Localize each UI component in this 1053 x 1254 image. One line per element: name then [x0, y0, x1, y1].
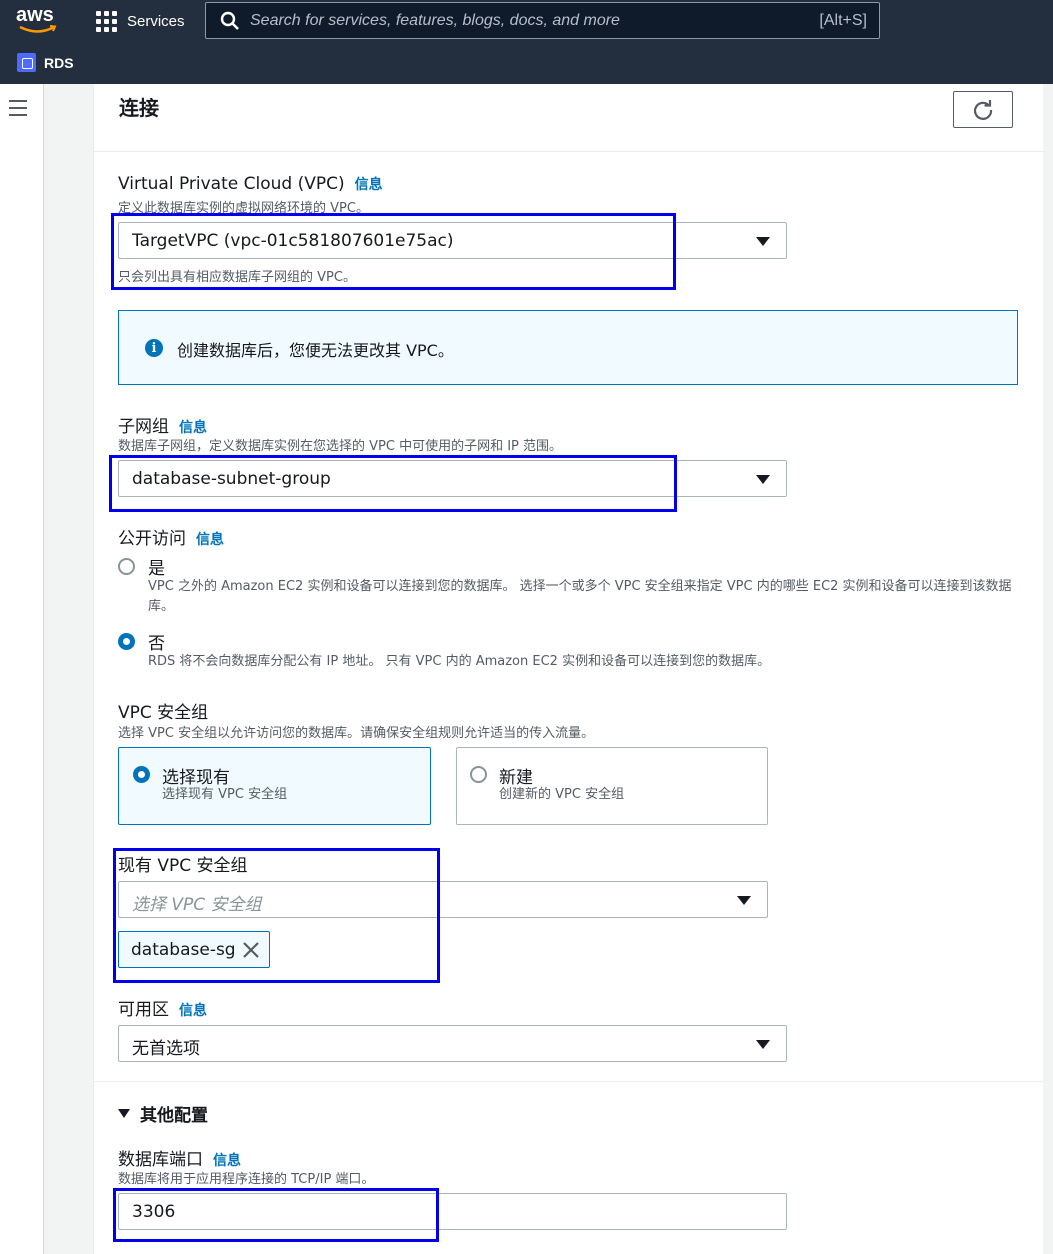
subnet-group-description: 数据库子网组，定义数据库实例在您选择的 VPC 中可使用的子网和 IP 范围。: [118, 439, 563, 454]
services-label: Services: [127, 12, 185, 30]
vpc-select[interactable]: TargetVPC (vpc-01c581807601e75ac): [118, 222, 787, 259]
security-group-placeholder: 选择 VPC 安全组: [132, 895, 262, 915]
info-icon: i: [145, 339, 163, 357]
vpc-hint: 只会列出具有相应数据库子网组的 VPC。: [118, 270, 356, 285]
public-access-no-radio[interactable]: [118, 633, 135, 650]
additional-config-expander[interactable]: 其他配置: [118, 1101, 208, 1126]
caret-down-icon: [756, 1040, 770, 1049]
top-navigation: aws Services [Alt+S] RDS: [0, 0, 1053, 84]
existing-security-group-label: 现有 VPC 安全组: [118, 856, 248, 876]
create-new-radio[interactable]: [470, 766, 487, 783]
vpc-description: 定义此数据库实例的虚拟网络环境的 VPC。: [118, 201, 369, 216]
search-input[interactable]: [250, 11, 820, 30]
public-access-no-description: RDS 将不会向数据库分配公有 IP 地址。 只有 VPC 内的 Amazon …: [148, 654, 771, 669]
vpc-selected-value: TargetVPC (vpc-01c581807601e75ac): [132, 231, 454, 251]
caret-down-icon: [118, 1109, 130, 1118]
db-port-input[interactable]: [118, 1193, 787, 1230]
caret-down-icon: [756, 237, 770, 246]
availability-zone-select[interactable]: 无首选项: [118, 1025, 787, 1062]
rds-service-icon: [17, 53, 36, 72]
db-port-info-link[interactable]: 信息: [213, 1153, 241, 1169]
vpc-label-text: Virtual Private Cloud (VPC): [118, 174, 345, 194]
create-new-tile[interactable]: 新建 创建新的 VPC 安全组: [456, 747, 768, 825]
public-access-yes-radio[interactable]: [118, 558, 135, 575]
choose-existing-description: 选择现有 VPC 安全组: [162, 787, 288, 802]
public-access-label: 公开访问 信息: [118, 524, 224, 549]
existing-security-group-select[interactable]: 选择 VPC 安全组: [118, 881, 768, 918]
public-access-label-text: 公开访问: [118, 529, 186, 549]
section-title: 连接: [119, 96, 159, 120]
alert-text: 创建数据库后，您便无法更改其 VPC。: [177, 341, 454, 360]
public-access-info-link[interactable]: 信息: [196, 532, 224, 548]
public-access-yes-description: VPC 之外的 Amazon EC2 实例和设备可以连接到您的数据库。 选择一个…: [148, 579, 1012, 614]
public-access-yes-title: 是: [148, 559, 165, 579]
db-port-label: 数据库端口 信息: [118, 1145, 241, 1170]
aws-logo[interactable]: aws: [16, 4, 57, 36]
subnet-group-label-text: 子网组: [118, 417, 169, 437]
subnet-group-select[interactable]: database-subnet-group: [118, 460, 787, 497]
choose-existing-tile[interactable]: 选择现有 选择现有 VPC 安全组: [118, 747, 431, 825]
panel-header: 连接: [94, 84, 1044, 152]
create-new-description: 创建新的 VPC 安全组: [499, 787, 625, 802]
caret-down-icon: [737, 896, 751, 905]
availability-zone-label-text: 可用区: [118, 1000, 169, 1020]
service-breadcrumb-rds[interactable]: RDS: [17, 53, 74, 72]
search-shortcut-hint: [Alt+S]: [819, 11, 867, 29]
security-group-description: 选择 VPC 安全组以允许访问您的数据库。请确保安全组规则允许适当的传入流量。: [118, 726, 595, 741]
vpc-info-link[interactable]: 信息: [355, 177, 383, 193]
subnet-group-info-link[interactable]: 信息: [179, 420, 207, 436]
additional-config-title: 其他配置: [140, 1106, 208, 1126]
db-port-description: 数据库将用于应用程序连接的 TCP/IP 端口。: [118, 1172, 375, 1187]
search-icon: [220, 11, 239, 30]
subnet-group-label: 子网组 信息: [118, 412, 207, 437]
services-menu-button[interactable]: Services: [96, 8, 185, 34]
section-divider: [93, 1081, 1043, 1082]
token-label: database-sg: [131, 940, 236, 960]
subnet-group-selected-value: database-subnet-group: [132, 469, 331, 489]
public-access-no-title: 否: [148, 634, 165, 654]
service-name: RDS: [44, 54, 74, 71]
security-group-token: database-sg: [118, 931, 270, 968]
db-port-label-text: 数据库端口: [118, 1150, 203, 1170]
refresh-button[interactable]: [953, 91, 1013, 128]
close-icon[interactable]: [242, 941, 260, 959]
refresh-icon: [974, 99, 993, 120]
availability-zone-selected-value: 无首选项: [132, 1039, 200, 1059]
global-search-bar[interactable]: [Alt+S]: [205, 2, 880, 39]
security-group-label: VPC 安全组: [118, 703, 209, 723]
left-navigation-rail: [0, 84, 44, 1254]
vpc-label: Virtual Private Cloud (VPC) 信息: [118, 174, 383, 194]
availability-zone-info-link[interactable]: 信息: [179, 1003, 207, 1019]
choose-existing-radio[interactable]: [133, 766, 150, 783]
hamburger-menu-icon[interactable]: [9, 100, 27, 116]
caret-down-icon: [756, 475, 770, 484]
aws-smile-icon: [19, 25, 57, 33]
availability-zone-label: 可用区 信息: [118, 995, 207, 1020]
vpc-info-alert: i 创建数据库后，您便无法更改其 VPC。: [118, 310, 1018, 385]
grid-icon: [96, 10, 117, 32]
